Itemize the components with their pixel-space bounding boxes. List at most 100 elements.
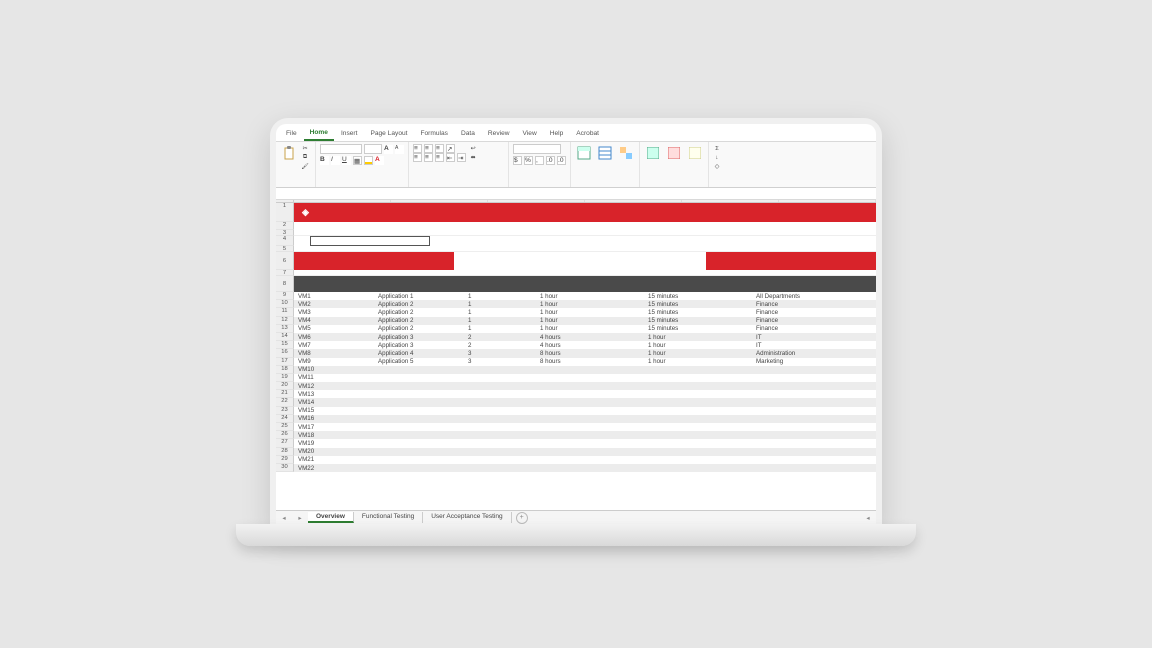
table-row[interactable]: VM11	[294, 374, 876, 382]
table-row[interactable]: VM16	[294, 415, 876, 423]
scissors-icon: ✂	[301, 145, 309, 153]
decrease-decimal-button[interactable]: .0	[557, 156, 566, 165]
increase-decimal-button[interactable]: .0	[546, 156, 555, 165]
table-row[interactable]: VM15	[294, 407, 876, 415]
format-cells-button[interactable]	[686, 144, 704, 163]
group-number: $ % , .0 .0	[509, 142, 571, 187]
align-top-button[interactable]: ≡	[413, 144, 422, 153]
table-row[interactable]: VM22	[294, 464, 876, 472]
orientation-button[interactable]: ↗	[446, 144, 455, 153]
increase-font-button[interactable]: A	[384, 145, 393, 154]
font-name-select[interactable]	[320, 144, 362, 154]
column-header[interactable]	[585, 200, 682, 202]
table-row[interactable]: VM6Application 324 hours1 hourIT	[294, 333, 876, 341]
fill-color-button[interactable]	[364, 156, 373, 165]
table-row[interactable]: VM18	[294, 431, 876, 439]
cell-styles-button[interactable]	[617, 144, 635, 163]
underline-button[interactable]: U	[342, 156, 351, 165]
scroll-left[interactable]: ◂	[860, 514, 876, 522]
ribbon-tab-view[interactable]: View	[517, 127, 543, 140]
table-row[interactable]: VM12	[294, 382, 876, 390]
ribbon-tab-formulas[interactable]: Formulas	[414, 127, 453, 140]
goto-user-acceptance-testing-button[interactable]	[706, 252, 876, 270]
indent-right-button[interactable]: ⇥	[457, 153, 466, 162]
cut-button[interactable]: ✂	[301, 144, 311, 153]
table-row[interactable]: VM13	[294, 390, 876, 398]
table-row[interactable]: VM1Application 111 hour15 minutesAll Dep…	[294, 292, 876, 300]
font-size-select[interactable]	[364, 144, 382, 154]
column-header[interactable]	[488, 200, 585, 202]
sheet-tab-user-acceptance-testing[interactable]: User Acceptance Testing	[423, 512, 511, 523]
table-row[interactable]: VM19	[294, 439, 876, 447]
borders-button[interactable]: ▦	[353, 156, 362, 165]
ribbon-tab-help[interactable]: Help	[544, 127, 570, 140]
ribbon-tab-page-layout[interactable]: Page Layout	[364, 127, 413, 140]
comma-button[interactable]: ,	[535, 156, 544, 165]
ribbon: ✂ ⧉ 🖌 A A B	[276, 142, 876, 188]
font-color-button[interactable]: A	[375, 156, 384, 165]
table-row[interactable]: VM4Application 211 hour15 minutesFinance	[294, 317, 876, 325]
ribbon-tab-home[interactable]: Home	[304, 126, 334, 141]
laptop-frame: FileHomeInsertPage LayoutFormulasDataRev…	[270, 118, 882, 530]
ribbon-tab-file[interactable]: File	[280, 127, 303, 140]
table-cf-icon	[577, 146, 591, 160]
align-middle-button[interactable]: ≡	[424, 144, 433, 153]
copy-button[interactable]: ⧉	[301, 153, 311, 162]
align-right-button[interactable]: ≡	[435, 153, 444, 162]
new-sheet-button[interactable]: +	[516, 512, 528, 524]
table-row[interactable]: VM10	[294, 366, 876, 374]
table-row[interactable]: VM3Application 211 hour15 minutesFinance	[294, 308, 876, 316]
bold-button[interactable]: B	[320, 156, 329, 165]
formula-bar	[276, 188, 876, 200]
indent-left-button[interactable]: ⇤	[446, 153, 455, 162]
table-row[interactable]: VM7Application 324 hours1 hourIT	[294, 341, 876, 349]
company-name-label	[294, 236, 306, 246]
column-header[interactable]	[391, 200, 488, 202]
column-header[interactable]	[294, 200, 391, 202]
conditional-formatting-button[interactable]	[575, 144, 593, 163]
table-row[interactable]: VM21	[294, 456, 876, 464]
ribbon-tab-acrobat[interactable]: Acrobat	[570, 127, 605, 140]
column-header[interactable]	[779, 200, 876, 202]
table-row[interactable]: VM5Application 211 hour15 minutesFinance	[294, 325, 876, 333]
wrap-text-button[interactable]: ↩	[469, 144, 479, 153]
percent-button[interactable]: %	[524, 156, 533, 165]
currency-button[interactable]: $	[513, 156, 522, 165]
ribbon-tabs: FileHomeInsertPage LayoutFormulasDataRev…	[276, 124, 876, 142]
insert-cells-button[interactable]	[644, 144, 662, 163]
table-row[interactable]: VM17	[294, 423, 876, 431]
format-as-table-button[interactable]	[596, 144, 614, 163]
sheet-tab-functional-testing[interactable]: Functional Testing	[354, 512, 423, 523]
sheet-nav-prev[interactable]: ◂	[276, 514, 292, 522]
format-icon	[688, 146, 702, 160]
table-row[interactable]: VM8Application 438 hours1 hourAdministra…	[294, 349, 876, 357]
table-row[interactable]: VM9Application 538 hours1 hourMarketing	[294, 358, 876, 366]
fill-button[interactable]: ↓	[713, 153, 723, 162]
paste-button[interactable]	[280, 144, 298, 163]
align-center-button[interactable]: ≡	[424, 153, 433, 162]
sheet-nav-next[interactable]: ▸	[292, 514, 308, 522]
ribbon-tab-data[interactable]: Data	[455, 127, 481, 140]
autosum-button[interactable]: Σ	[713, 144, 723, 153]
align-bottom-button[interactable]: ≡	[435, 144, 444, 153]
delete-cells-button[interactable]	[665, 144, 683, 163]
table-row[interactable]: VM2Application 211 hour15 minutesFinance	[294, 300, 876, 308]
decrease-font-button[interactable]: A	[395, 145, 404, 154]
merge-center-button[interactable]: ⬌	[469, 153, 479, 162]
ribbon-tab-review[interactable]: Review	[482, 127, 516, 140]
goto-functional-testing-button[interactable]	[294, 252, 454, 270]
italic-button[interactable]: I	[331, 156, 340, 165]
align-left-button[interactable]: ≡	[413, 153, 422, 162]
merge-icon: ⬌	[469, 154, 477, 162]
table-row[interactable]: VM20	[294, 448, 876, 456]
worksheet[interactable]: 1◈ 2 3 4 5 6 7 8 9VM1Application 111 hou…	[276, 203, 876, 510]
column-header[interactable]	[682, 200, 779, 202]
clear-button[interactable]: ◇	[713, 162, 723, 171]
company-name-input[interactable]	[310, 236, 430, 246]
format-painter-button[interactable]: 🖌	[301, 162, 311, 171]
sheet-tab-overview[interactable]: Overview	[308, 512, 354, 523]
table-row[interactable]: VM14	[294, 398, 876, 406]
select-all-corner[interactable]	[276, 200, 294, 202]
ribbon-tab-insert[interactable]: Insert	[335, 127, 364, 140]
number-format-select[interactable]	[513, 144, 561, 154]
